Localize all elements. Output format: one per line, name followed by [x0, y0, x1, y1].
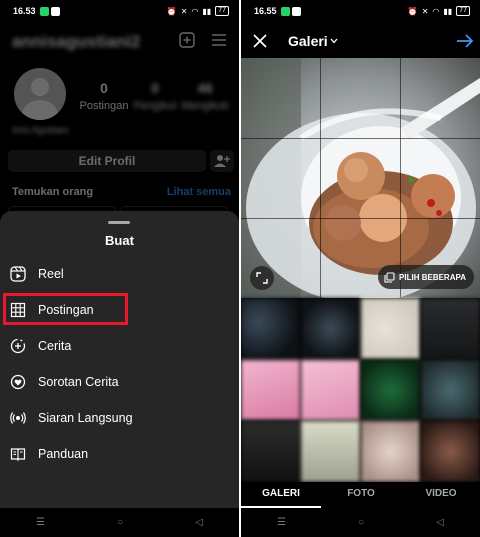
right-screen: 16.55 ⏰ ✕ ◠ ▮▮ 77 Galeri PILIH BEBERAPA … — [241, 0, 480, 537]
gallery-thumbnail[interactable] — [301, 359, 360, 421]
sheet-title: Buat — [105, 233, 134, 248]
gallery-title[interactable]: Galeri — [288, 33, 328, 49]
battery-icon: 77 — [456, 6, 470, 16]
expand-icon — [256, 272, 268, 284]
food-photo — [241, 58, 480, 298]
highlight-box — [3, 293, 128, 325]
gallery-thumbnail[interactable] — [241, 298, 300, 359]
stat-following[interactable]: 46 Mengikuti — [180, 80, 230, 112]
avatar[interactable] — [14, 68, 66, 120]
signal-icon: ▮▮ — [202, 6, 212, 16]
tab-gallery[interactable]: GALERI — [241, 482, 321, 508]
gallery-thumbnail[interactable] — [301, 421, 360, 482]
alarm-icon: ⏰ — [166, 6, 177, 16]
left-screen: 16.53 ⏰ ✕ ◠ ▮▮ 77 annisagustiani2 0 Post… — [0, 0, 239, 537]
status-bar: 16.53 ⏰ ✕ ◠ ▮▮ 77 — [0, 0, 239, 22]
recents-nav-icon[interactable]: ☰ — [277, 517, 286, 528]
live-broadcast-icon — [10, 412, 26, 424]
tab-video[interactable]: VIDEO — [401, 482, 480, 508]
gallery-thumbnail[interactable] — [301, 298, 360, 359]
stat-followers[interactable]: 0 Pengikut — [130, 80, 180, 112]
mute-icon: ✕ — [421, 6, 429, 16]
menu-item-live[interactable]: Siaran Langsung — [0, 402, 239, 434]
whatsapp-icon — [280, 6, 290, 16]
wifi-icon: ◠ — [191, 6, 199, 16]
gallery-thumbnail[interactable] — [421, 359, 480, 421]
username: annisagustiani2 — [12, 32, 141, 51]
menu-item-reel[interactable]: Reel — [0, 258, 239, 290]
next-arrow-icon[interactable] — [456, 33, 474, 49]
create-sheet: Buat Reel Postingan Cerita Sorotan Cerit… — [0, 211, 239, 508]
expand-button[interactable] — [250, 266, 274, 290]
system-nav-bar: ☰ ○ ◁ — [0, 508, 239, 537]
gallery-thumbnail[interactable] — [361, 421, 420, 482]
back-nav-icon[interactable]: ◁ — [436, 517, 444, 528]
gallery-header: Galeri — [241, 26, 480, 56]
menu-hamburger-icon[interactable] — [211, 32, 227, 48]
edit-profile-button[interactable]: Edit Profil — [8, 150, 206, 172]
story-add-icon — [10, 338, 26, 354]
status-time: 16.53 — [13, 6, 36, 16]
chevron-down-icon[interactable] — [330, 38, 338, 44]
alarm-icon: ⏰ — [407, 6, 418, 16]
recents-nav-icon[interactable]: ☰ — [36, 517, 45, 528]
gallery-thumbnail[interactable] — [421, 421, 480, 482]
highlight-heart-icon — [10, 374, 26, 390]
gallery-tab-bar: GALERI FOTO VIDEO — [241, 482, 480, 508]
signal-icon: ▮▮ — [443, 6, 453, 16]
tab-photo[interactable]: FOTO — [321, 482, 401, 508]
back-nav-icon[interactable]: ◁ — [195, 517, 203, 528]
discover-title: Temukan orang — [12, 186, 94, 198]
multiple-select-icon — [384, 271, 395, 283]
profile-header: annisagustiani2 — [0, 28, 239, 54]
whatsapp-icon — [39, 6, 49, 16]
gallery-thumbnail[interactable] — [241, 359, 300, 421]
create-plus-icon[interactable] — [179, 32, 195, 48]
selected-photo-preview[interactable]: PILIH BEBERAPA — [241, 58, 480, 298]
profile-bio: Anis Agustiani — [12, 125, 69, 135]
menu-item-guide[interactable]: Panduan — [0, 438, 239, 470]
battery-icon: 77 — [215, 6, 229, 16]
system-nav-bar: ☰ ○ ◁ — [241, 508, 480, 537]
menu-item-story[interactable]: Cerita — [0, 330, 239, 362]
gallery-notif-icon — [291, 6, 301, 16]
gallery-thumbnail[interactable] — [361, 298, 420, 359]
wifi-icon: ◠ — [432, 6, 440, 16]
gallery-thumbnail[interactable] — [241, 421, 300, 482]
discover-people-button[interactable] — [210, 150, 234, 172]
status-time: 16.55 — [254, 6, 277, 16]
see-all-link[interactable]: Lihat semua — [167, 186, 231, 198]
guide-book-icon — [10, 448, 26, 462]
gallery-thumbnail[interactable] — [421, 298, 480, 359]
gallery-notif-icon — [50, 6, 60, 16]
status-bar: 16.55 ⏰ ✕ ◠ ▮▮ 77 — [241, 0, 480, 22]
mute-icon: ✕ — [180, 6, 188, 16]
gallery-thumbnail[interactable] — [361, 359, 420, 421]
gallery-thumbnails — [241, 298, 480, 482]
stat-posts[interactable]: 0 Postingan — [79, 80, 129, 112]
close-icon[interactable] — [252, 33, 268, 49]
select-multiple-button[interactable]: PILIH BEBERAPA — [378, 265, 474, 289]
reel-icon — [10, 266, 26, 282]
add-person-icon — [214, 155, 230, 167]
home-nav-icon[interactable]: ○ — [358, 517, 364, 528]
home-nav-icon[interactable]: ○ — [117, 517, 123, 528]
menu-item-highlight[interactable]: Sorotan Cerita — [0, 366, 239, 398]
sheet-handle[interactable] — [108, 221, 130, 224]
